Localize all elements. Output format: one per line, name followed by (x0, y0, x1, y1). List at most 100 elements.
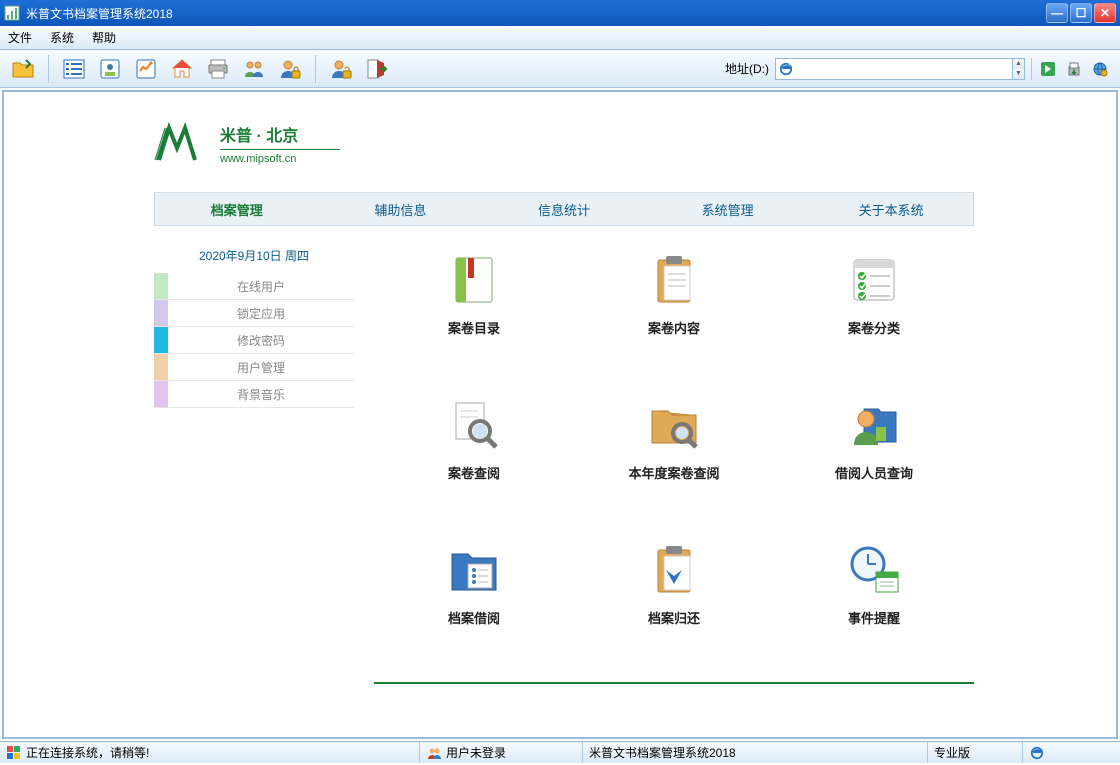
item-year-lookup[interactable]: 本年度案卷查阅 (574, 397, 774, 482)
status-zone (1023, 742, 1120, 763)
windows-flag-icon (6, 745, 22, 761)
address-input[interactable] (796, 59, 1012, 79)
ie-small-icon (1029, 745, 1045, 761)
sidebar-item-label: 背景音乐 (168, 386, 354, 403)
exit-icon[interactable] (364, 56, 390, 82)
item-label: 档案归还 (648, 608, 700, 627)
toolbar-left (10, 55, 390, 83)
lock-user-icon[interactable] (277, 56, 303, 82)
menu-file[interactable]: 文件 (8, 29, 32, 46)
status-text: 专业版 (934, 744, 970, 761)
address-spinner[interactable]: ▲▼ (1012, 59, 1024, 79)
item-file-category[interactable]: 案卷分类 (774, 252, 974, 337)
sidebar-item-label: 用户管理 (168, 359, 354, 376)
sidebar-item-lock-app[interactable]: 锁定应用 (154, 300, 354, 327)
unlock-user-icon[interactable] (328, 56, 354, 82)
toolbar: 地址(D:) ▲▼ (0, 50, 1120, 88)
item-event-reminder[interactable]: 事件提醒 (774, 542, 974, 627)
sidebar-item-change-pwd[interactable]: 修改密码 (154, 327, 354, 354)
app1-icon[interactable] (97, 56, 123, 82)
network-icon[interactable] (1090, 59, 1110, 79)
minimize-button[interactable]: — (1046, 3, 1068, 23)
toolbar-right: 地址(D:) ▲▼ (725, 58, 1110, 80)
toolbar-separator (1031, 58, 1032, 80)
users-icon[interactable] (241, 56, 267, 82)
status-login: 用户未登录 (420, 742, 583, 763)
item-borrower-lookup[interactable]: 借阅人员查询 (774, 397, 974, 482)
users-small-icon (426, 745, 442, 761)
tab-archive-mgmt[interactable]: 档案管理 (155, 200, 319, 219)
item-return[interactable]: 档案归还 (574, 542, 774, 627)
sidebar-item-user-mgmt[interactable]: 用户管理 (154, 354, 354, 381)
book-icon (442, 252, 506, 308)
item-file-content[interactable]: 案卷内容 (574, 252, 774, 337)
app-icon (4, 5, 20, 21)
window-title: 米普文书档案管理系统2018 (26, 5, 1046, 22)
go-button[interactable] (1038, 59, 1058, 79)
sidebar-item-label: 锁定应用 (168, 305, 354, 322)
folder-search-icon (642, 397, 706, 453)
brand-url: www.mipsoft.cn (220, 153, 340, 165)
clock-calendar-icon (842, 542, 906, 598)
clipboard-icon (642, 252, 706, 308)
sidebar: 2020年9月10日 周四 在线用户 锁定应用 修改密码 用户管理 背景音乐 (154, 237, 354, 408)
status-app: 米普文书档案管理系统2018 (583, 742, 928, 763)
menu-help[interactable]: 帮助 (92, 29, 116, 46)
list-view-icon[interactable] (61, 56, 87, 82)
address-bar: ▲▼ (775, 58, 1025, 80)
nav-tabs: 档案管理 辅助信息 信息统计 系统管理 关于本系统 (154, 192, 974, 226)
brand-logo-icon (154, 120, 204, 167)
item-label: 案卷分类 (848, 318, 900, 337)
status-text: 用户未登录 (446, 744, 506, 761)
item-label: 事件提醒 (848, 608, 900, 627)
menu-system[interactable]: 系统 (50, 29, 74, 46)
status-edition: 专业版 (928, 742, 1023, 763)
tab-aux-info[interactable]: 辅助信息 (319, 200, 483, 219)
content-area: 米普 · 北京 www.mipsoft.cn 档案管理 辅助信息 信息统计 系统… (2, 90, 1118, 739)
item-label: 借阅人员查询 (835, 463, 913, 482)
tab-stats[interactable]: 信息统计 (482, 200, 646, 219)
status-text: 正在连接系统，请稍等! (26, 744, 149, 761)
item-file-lookup[interactable]: 案卷查阅 (374, 397, 574, 482)
tab-sys-mgmt[interactable]: 系统管理 (646, 200, 810, 219)
doc-search-icon (442, 397, 506, 453)
open-folder-icon[interactable] (10, 56, 36, 82)
item-label: 案卷目录 (448, 318, 500, 337)
title-bar: 米普文书档案管理系统2018 — ☐ ✕ (0, 0, 1120, 26)
item-file-catalog[interactable]: 案卷目录 (374, 252, 574, 337)
item-label: 档案借阅 (448, 608, 500, 627)
item-borrow[interactable]: 档案借阅 (374, 542, 574, 627)
sidebar-item-online-users[interactable]: 在线用户 (154, 273, 354, 300)
sidebar-item-label: 在线用户 (168, 278, 354, 295)
home-icon[interactable] (169, 56, 195, 82)
sidebar-item-bgm[interactable]: 背景音乐 (154, 381, 354, 408)
item-label: 案卷查阅 (448, 463, 500, 482)
checklist-icon (842, 252, 906, 308)
tab-about[interactable]: 关于本系统 (809, 200, 973, 219)
brand-name: 米普 · 北京 (220, 122, 340, 150)
ie-icon (776, 62, 796, 76)
window-controls: — ☐ ✕ (1046, 3, 1116, 23)
sidebar-item-label: 修改密码 (168, 332, 354, 349)
close-button[interactable]: ✕ (1094, 3, 1116, 23)
brand-header: 米普 · 北京 www.mipsoft.cn (154, 120, 340, 167)
clipboard-return-icon (642, 542, 706, 598)
bottom-divider (374, 682, 974, 684)
status-bar: 正在连接系统，请稍等! 用户未登录 米普文书档案管理系统2018 专业版 (0, 741, 1120, 763)
print-icon[interactable] (205, 56, 231, 82)
item-label: 案卷内容 (648, 318, 700, 337)
main-grid: 案卷目录 案卷内容 案卷分类 案卷查阅 本年度案卷查阅 借阅人员查询 档案借阅 (374, 252, 974, 627)
menu-bar: 文件 系统 帮助 (0, 26, 1120, 50)
app2-icon[interactable] (133, 56, 159, 82)
save-disk-icon[interactable] (1064, 59, 1084, 79)
status-text: 米普文书档案管理系统2018 (589, 744, 736, 761)
toolbar-separator (315, 55, 316, 83)
status-connection: 正在连接系统，请稍等! (0, 742, 420, 763)
user-folder-icon (842, 397, 906, 453)
item-label: 本年度案卷查阅 (628, 463, 719, 482)
brand-text: 米普 · 北京 www.mipsoft.cn (220, 122, 340, 165)
toolbar-separator (48, 55, 49, 83)
address-label: 地址(D:) (725, 60, 769, 77)
maximize-button[interactable]: ☐ (1070, 3, 1092, 23)
folder-list-icon (442, 542, 506, 598)
